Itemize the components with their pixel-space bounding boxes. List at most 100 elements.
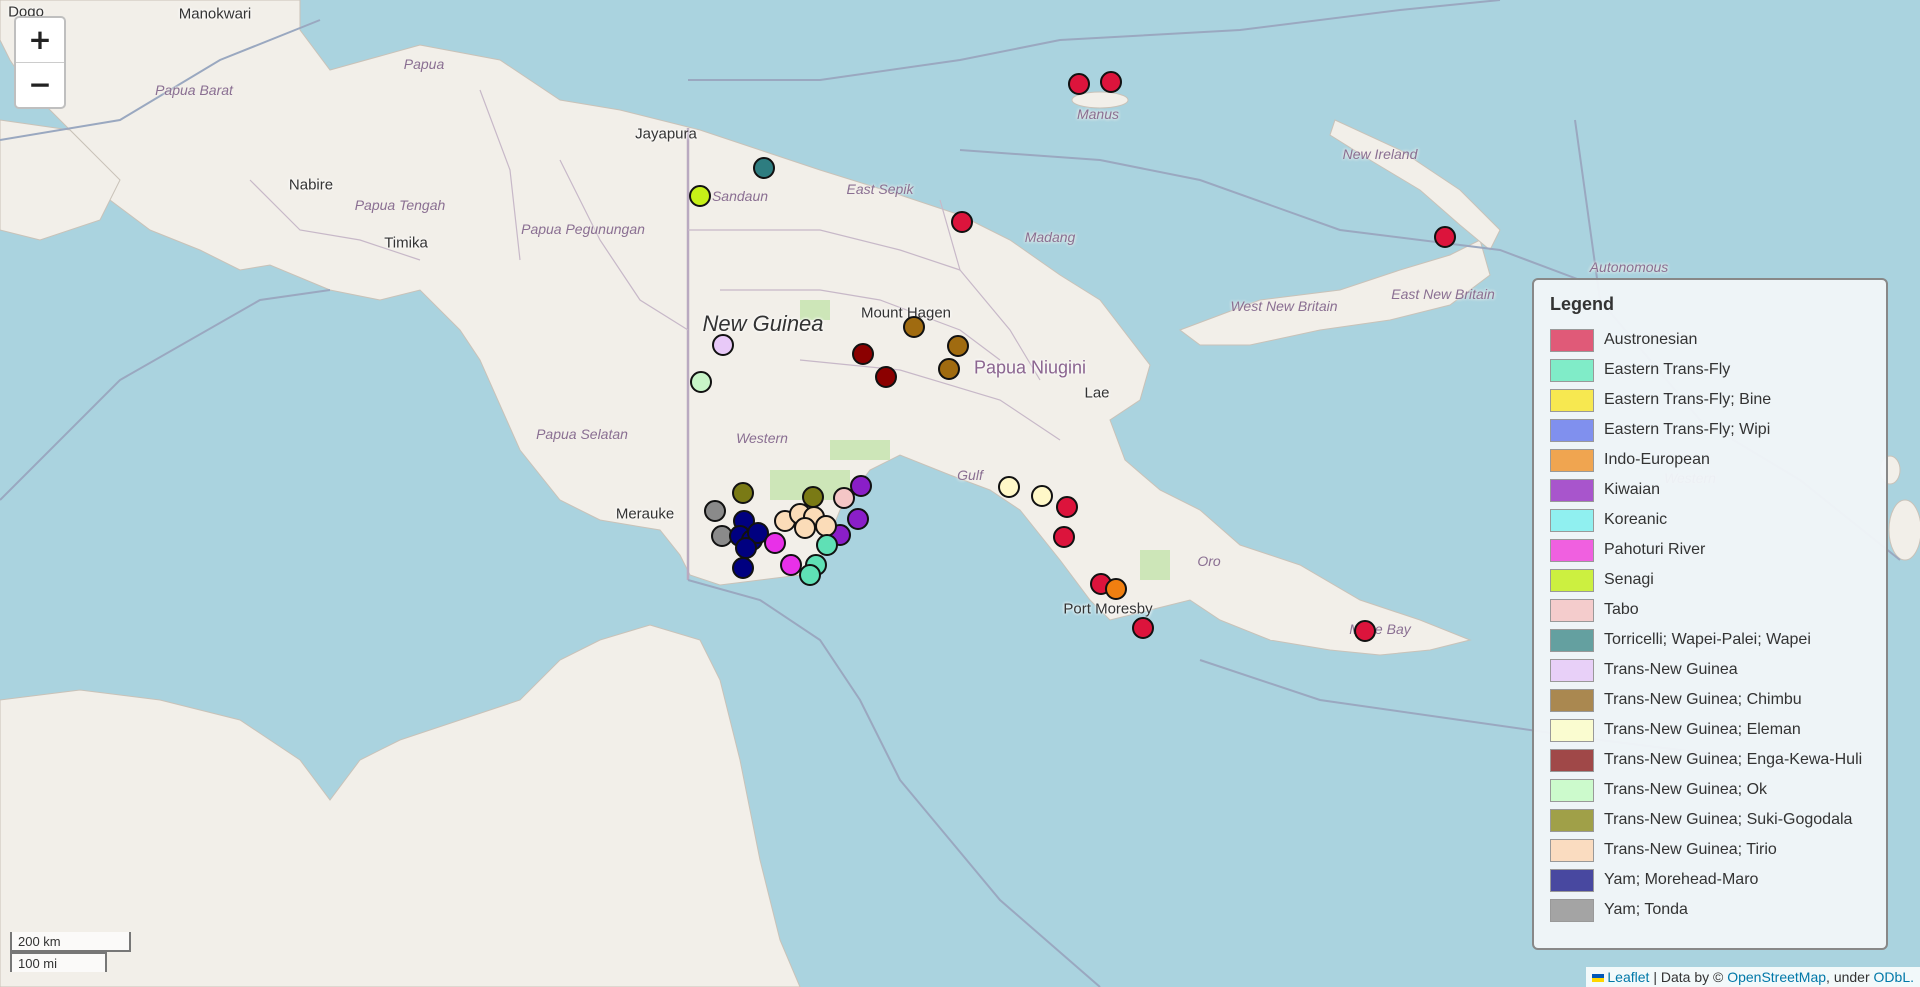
legend-swatch (1550, 658, 1594, 682)
legend-item: Tabo (1550, 595, 1870, 625)
language-marker[interactable] (947, 335, 969, 357)
region-label: Papua Pegunungan (521, 221, 645, 237)
language-marker[interactable] (1132, 617, 1154, 639)
legend-item: Yam; Morehead-Maro (1550, 865, 1870, 895)
language-marker[interactable] (1056, 496, 1078, 518)
language-marker[interactable] (1053, 526, 1075, 548)
legend-item: Eastern Trans-Fly; Bine (1550, 385, 1870, 415)
legend-label: Koreanic (1604, 511, 1668, 528)
language-marker[interactable] (690, 371, 712, 393)
legend-label: Trans-New Guinea; Tirio (1604, 841, 1777, 858)
zoom-control: + − (14, 16, 66, 109)
legend-item: Trans-New Guinea; Ok (1550, 775, 1870, 805)
place-label: Lae (1084, 384, 1110, 402)
legend-swatch (1550, 508, 1594, 532)
legend-panel: Legend Austronesian Eastern Trans-Fly East… (1532, 278, 1888, 950)
legend-label: Indo-European (1604, 451, 1710, 468)
region-label: Papua Tengah (354, 197, 446, 213)
legend-swatch (1550, 478, 1594, 502)
language-marker[interactable] (1100, 71, 1122, 93)
odbl-link[interactable]: ODbL. (1874, 969, 1914, 985)
legend-label: Kiwaian (1604, 481, 1661, 498)
legend-item: Eastern Trans-Fly (1550, 355, 1870, 385)
language-marker[interactable] (1434, 226, 1456, 248)
language-marker[interactable] (903, 316, 925, 338)
language-marker[interactable] (833, 487, 855, 509)
language-marker[interactable] (764, 532, 786, 554)
language-marker[interactable] (689, 185, 711, 207)
language-marker[interactable] (704, 500, 726, 522)
region-label: Manus (1076, 106, 1120, 122)
language-marker[interactable] (998, 476, 1020, 498)
legend-item: Trans-New Guinea; Eleman (1550, 715, 1870, 745)
language-marker[interactable] (735, 537, 757, 559)
language-marker[interactable] (816, 534, 838, 556)
language-marker[interactable] (799, 564, 821, 586)
legend-label: Senagi (1604, 571, 1654, 588)
language-marker[interactable] (712, 334, 734, 356)
legend-label: Austronesian (1604, 331, 1698, 348)
legend-swatch (1550, 868, 1594, 892)
place-label: Merauke (615, 505, 675, 523)
language-marker[interactable] (847, 508, 869, 530)
legend-item: Trans-New Guinea; Tirio (1550, 835, 1870, 865)
place-label: Nabire (288, 176, 334, 194)
legend-label: Pahoturi River (1604, 541, 1706, 558)
legend-item: Trans-New Guinea; Chimbu (1550, 685, 1870, 715)
language-marker[interactable] (852, 343, 874, 365)
language-marker[interactable] (1031, 485, 1053, 507)
legend-label: Eastern Trans-Fly; Bine (1604, 391, 1772, 408)
language-marker[interactable] (732, 557, 754, 579)
language-marker[interactable] (1068, 73, 1090, 95)
place-label: Port Moresby (1063, 600, 1153, 618)
region-label: East Sepik (846, 181, 914, 197)
language-marker[interactable] (794, 517, 816, 539)
region-label: West New Britain (1230, 298, 1338, 314)
attribution-under: , under (1826, 969, 1870, 985)
attribution-data-by: | Data by © (1653, 969, 1724, 985)
region-label: Gulf (957, 467, 983, 483)
language-marker[interactable] (753, 157, 775, 179)
country-label: Papua Niugini (973, 357, 1087, 378)
legend-swatch (1550, 388, 1594, 412)
region-label: Sandaun (711, 188, 769, 204)
legend-label: Trans-New Guinea (1604, 661, 1738, 678)
language-marker[interactable] (875, 366, 897, 388)
zoom-in-button[interactable]: + (16, 18, 64, 62)
language-marker[interactable] (938, 358, 960, 380)
legend-swatch (1550, 688, 1594, 712)
legend-label: Trans-New Guinea; Ok (1604, 781, 1768, 798)
legend-label: Eastern Trans-Fly; Wipi (1604, 421, 1771, 438)
language-marker[interactable] (1105, 578, 1127, 600)
language-marker[interactable] (951, 211, 973, 233)
legend-item: Kiwaian (1550, 475, 1870, 505)
language-marker[interactable] (1354, 620, 1376, 642)
region-label: Madang (1024, 229, 1076, 245)
region-label: Autonomous (1589, 259, 1669, 275)
legend-item: Trans-New Guinea; Suki-Gogodala (1550, 805, 1870, 835)
region-label: Western (736, 430, 788, 446)
language-marker[interactable] (732, 482, 754, 504)
zoom-out-button[interactable]: − (16, 62, 64, 107)
legend-item: Pahoturi River (1550, 535, 1870, 565)
legend-label: Trans-New Guinea; Suki-Gogodala (1604, 811, 1853, 828)
place-label: Jayapura (635, 125, 697, 143)
place-label: Timika (384, 234, 428, 252)
region-label: East New Britain (1391, 286, 1495, 302)
legend-item: Koreanic (1550, 505, 1870, 535)
legend-swatch (1550, 598, 1594, 622)
region-label: Papua Barat (155, 82, 233, 98)
legend-label: Eastern Trans-Fly (1604, 361, 1731, 378)
legend-swatch (1550, 628, 1594, 652)
scale-control: 200 km 100 mi (10, 932, 131, 972)
scale-km: 200 km (10, 932, 131, 952)
legend-label: Torricelli; Wapei-Palei; Wapei (1604, 631, 1811, 648)
legend-swatch (1550, 808, 1594, 832)
legend-list: Austronesian Eastern Trans-Fly Eastern Tra… (1550, 325, 1870, 925)
leaflet-link[interactable]: Leaflet (1607, 969, 1649, 985)
legend-label: Yam; Tonda (1604, 901, 1688, 918)
legend-item: Indo-European (1550, 445, 1870, 475)
legend-label: Trans-New Guinea; Enga-Kewa-Huli (1604, 751, 1863, 768)
osm-link[interactable]: OpenStreetMap (1727, 969, 1826, 985)
legend-swatch (1550, 838, 1594, 862)
